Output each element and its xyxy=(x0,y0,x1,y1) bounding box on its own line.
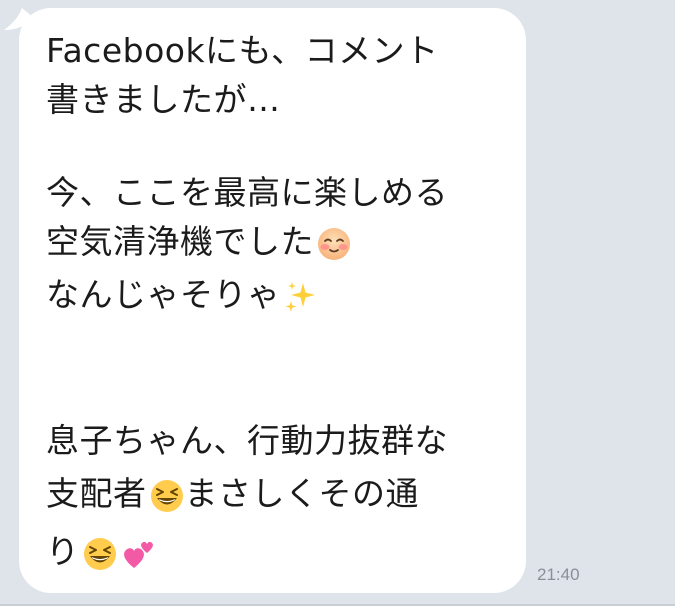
message-bubble[interactable]: Facebookにも、コメント 書きましたが… 今、ここを最高に楽しめる 空気清… xyxy=(19,8,526,593)
message-line-8-text: り xyxy=(46,532,80,571)
message-line-1: Facebookにも、コメント xyxy=(46,31,439,70)
message-line-4-text: 空気清浄機でした xyxy=(46,222,314,261)
message-line-5: なんじゃそりゃ xyxy=(46,266,516,324)
two-hearts-icon xyxy=(123,541,153,568)
message-line-7-text-a: 支配者 xyxy=(46,474,147,513)
message-line-7-text-b: まさしくその通 xyxy=(184,474,419,513)
message-line-2: 書きましたが… xyxy=(46,80,281,119)
grinning-squinting-face-icon xyxy=(150,479,183,512)
blushing-face-icon xyxy=(318,227,350,260)
message-line-6: 息子ちゃん、行動力抜群な xyxy=(46,421,448,460)
message-timestamp: 21:40 xyxy=(537,565,580,584)
message-line-4: 空気清浄機でした xyxy=(46,217,516,266)
grinning-squinting-face-icon xyxy=(83,537,116,570)
message-line-7: 支配者 まさしくその通 xyxy=(46,465,516,523)
message-line-8: り xyxy=(46,523,516,581)
message-line-5-text: なんじゃそりゃ xyxy=(46,275,281,314)
sparkles-icon xyxy=(285,281,315,312)
message-line-3: 今、ここを最高に楽しめる xyxy=(46,173,448,212)
paragraph-gap-large xyxy=(46,324,516,416)
